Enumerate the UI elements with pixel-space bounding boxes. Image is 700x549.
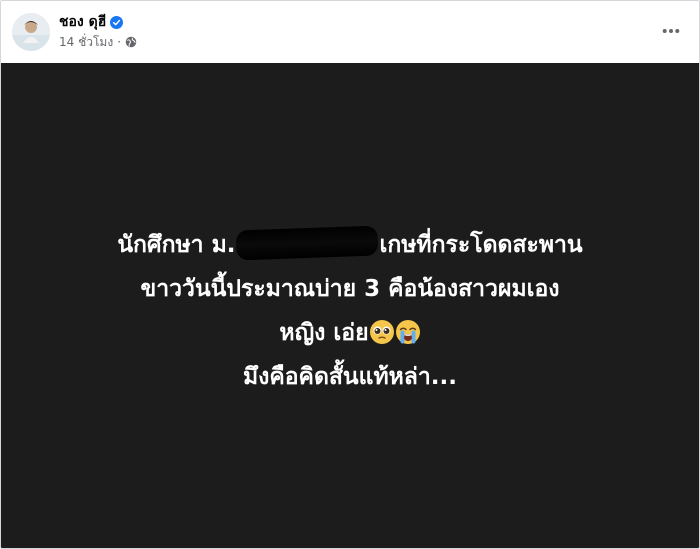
post-meta: 14 ชั่วโมง · bbox=[59, 34, 137, 50]
meta-separator: · bbox=[117, 35, 122, 49]
post-text: นักศึกษา ม. เกษที่กระโดดสะพาน ขาววันนี้ปร… bbox=[1, 223, 699, 399]
post-line-3-text: หญิง เอ่ย bbox=[279, 320, 369, 346]
loudly-crying-face-icon bbox=[395, 320, 420, 344]
post-timestamp[interactable]: 14 ชั่วโมง bbox=[59, 33, 113, 52]
verified-badge-icon bbox=[110, 15, 124, 29]
post-line-3: หญิง เอ่ย bbox=[1, 311, 699, 355]
post-header: ชอง ดุฮี 14 ชั่วโมง · bbox=[1, 1, 699, 63]
avatar-photo bbox=[12, 13, 50, 51]
post-line-1-end: เกษที่กระโดดสะพาน bbox=[379, 232, 583, 258]
more-horizontal-icon bbox=[662, 29, 680, 33]
pleading-face-icon bbox=[369, 320, 394, 344]
post-line-2: ขาววันนี้ประมาณบ่าย 3 คือน้องสาวผมเอง bbox=[140, 276, 560, 302]
post-line-1: นักศึกษา ม. เกษที่กระโดดสะพาน bbox=[1, 223, 699, 267]
post-line-1-start: นักศึกษา ม. bbox=[117, 232, 236, 258]
redaction-mark bbox=[236, 225, 379, 261]
post-line-4: มึงคือคิดสั้นแท้หล่า... bbox=[242, 364, 458, 390]
post-content: นักศึกษา ม. เกษที่กระโดดสะพาน ขาววันนี้ปร… bbox=[1, 63, 699, 548]
avatar[interactable] bbox=[12, 13, 50, 51]
more-options-button[interactable] bbox=[655, 17, 687, 45]
facebook-post: ชอง ดุฮี 14 ชั่วโมง · นักศึกษา ม. เกษที่… bbox=[0, 0, 700, 549]
author-name[interactable]: ชอง ดุฮี bbox=[59, 13, 106, 31]
author-row: ชอง ดุฮี bbox=[59, 13, 124, 31]
globe-icon[interactable] bbox=[125, 36, 137, 48]
